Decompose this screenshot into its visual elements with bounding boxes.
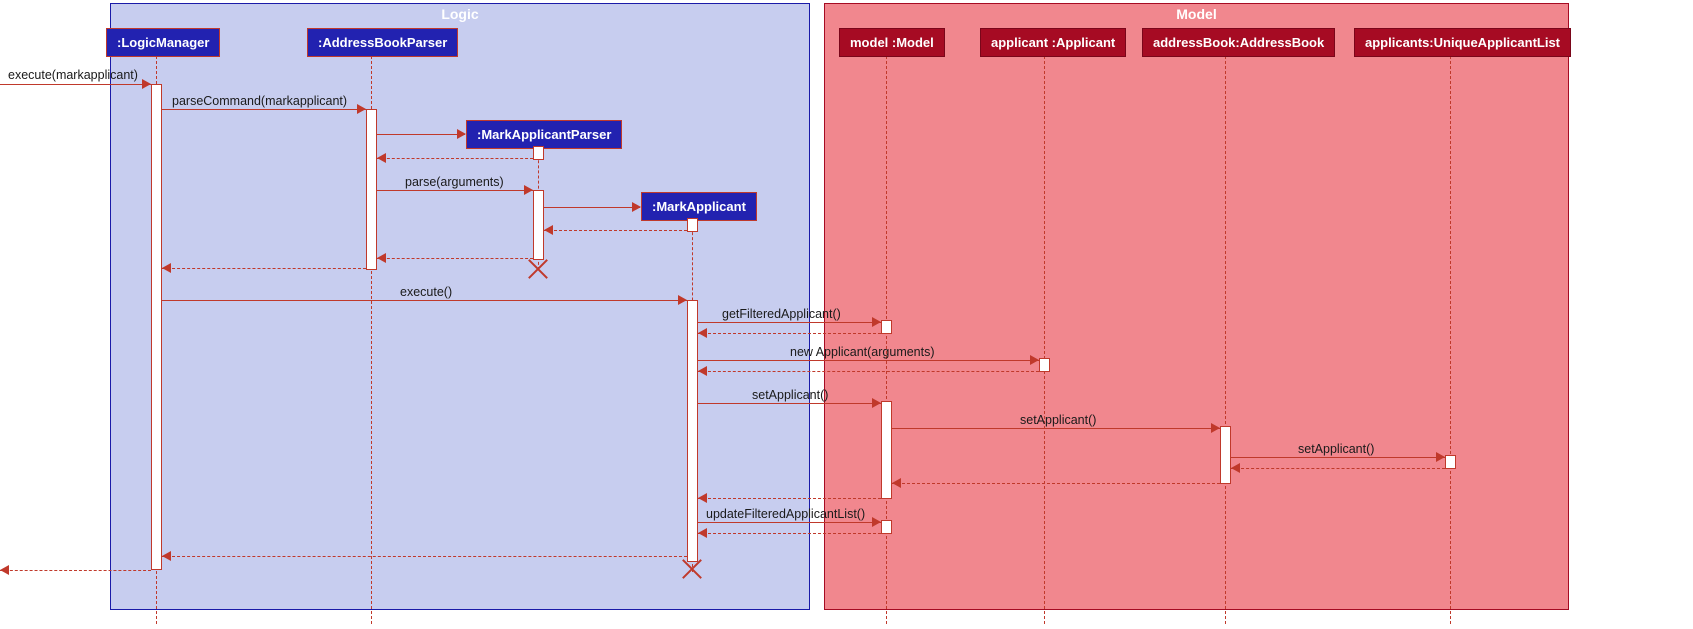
return-create-markapplicant	[544, 230, 687, 231]
arrow-create-parser	[377, 134, 465, 135]
arrow-setapplicant-addressbook	[892, 428, 1220, 429]
participant-markapplicant: :MarkApplicant	[641, 192, 757, 221]
destroy-markapplicant	[681, 558, 703, 580]
participant-label: addressBook:AddressBook	[1153, 35, 1324, 50]
participant-label: :MarkApplicantParser	[477, 127, 611, 142]
arrowhead	[357, 104, 366, 114]
participant-logicmanager: :LogicManager	[106, 28, 220, 57]
arrowhead	[457, 129, 466, 139]
arrow-updatefiltered	[698, 522, 881, 523]
arrowhead	[162, 551, 171, 561]
package-logic-label: Logic	[441, 6, 478, 22]
arrow-create-markapplicant	[544, 207, 640, 208]
return-parsecommand	[162, 268, 366, 269]
arrowhead	[632, 202, 641, 212]
activation-applicants-setapplicant	[1445, 455, 1456, 469]
participant-label: :MarkApplicant	[652, 199, 746, 214]
arrowhead	[1030, 355, 1039, 365]
arrow-getfiltered	[698, 322, 881, 323]
return-execute	[162, 556, 687, 557]
participant-model: model :Model	[839, 28, 945, 57]
participant-label: applicant :Applicant	[991, 35, 1115, 50]
msg-parseargs: parse(arguments)	[405, 175, 504, 189]
activation-logicmanager	[151, 84, 162, 570]
arrowhead	[1231, 463, 1240, 473]
return-setapplicant-addressbook	[892, 483, 1220, 484]
arrowhead	[698, 493, 707, 503]
return-setapplicant-model	[698, 498, 881, 499]
activation-markapplicant-execute	[687, 300, 698, 562]
activation-addressbook-setapplicant	[1220, 426, 1231, 484]
activation-model-getfiltered	[881, 320, 892, 334]
package-model: Model	[824, 3, 1569, 610]
arrow-setapplicant-model	[698, 403, 881, 404]
return-final	[0, 570, 151, 571]
arrowhead	[698, 528, 707, 538]
arrowhead	[377, 253, 386, 263]
participant-markapplicantparser: :MarkApplicantParser	[466, 120, 622, 149]
arrow-execute-markapplicant	[0, 84, 151, 85]
activation-addressbookparser	[366, 109, 377, 270]
arrowhead	[0, 565, 9, 575]
msg-newapplicant: new Applicant(arguments)	[790, 345, 935, 359]
arrow-setapplicant-applicants	[1231, 457, 1445, 458]
return-getfiltered	[698, 333, 881, 334]
msg-parsecommand: parseCommand(markapplicant)	[172, 94, 347, 108]
participant-addressbookparser: :AddressBookParser	[307, 28, 458, 57]
arrowhead	[872, 398, 881, 408]
participant-label: :AddressBookParser	[318, 35, 447, 50]
arrowhead	[698, 366, 707, 376]
arrowhead	[142, 79, 151, 89]
msg-getfiltered: getFilteredApplicant()	[722, 307, 841, 321]
msg-setapplicant-addressbook: setApplicant()	[1020, 413, 1096, 427]
arrow-newapplicant	[698, 360, 1039, 361]
arrowhead	[872, 517, 881, 527]
return-updatefiltered	[698, 533, 881, 534]
participant-label: :LogicManager	[117, 35, 209, 50]
arrowhead	[698, 328, 707, 338]
return-parse	[377, 258, 533, 259]
participant-addressbook: addressBook:AddressBook	[1142, 28, 1335, 57]
arrowhead	[678, 295, 687, 305]
return-create-parser	[377, 158, 533, 159]
lifeline-addressbook	[1225, 56, 1226, 624]
lifeline-applicant	[1044, 56, 1045, 624]
activation-markapplicant-create	[687, 218, 698, 232]
arrow-parsecommand	[162, 109, 366, 110]
arrowhead	[1211, 423, 1220, 433]
arrowhead	[377, 153, 386, 163]
msg-setapplicant-model: setApplicant()	[752, 388, 828, 402]
return-setapplicant-applicants	[1231, 468, 1445, 469]
package-model-label: Model	[1176, 6, 1216, 22]
lifeline-model	[886, 56, 887, 624]
activation-model-setapplicant	[881, 401, 892, 499]
arrowhead	[524, 185, 533, 195]
arrowhead	[892, 478, 901, 488]
participant-applicant: applicant :Applicant	[980, 28, 1126, 57]
participant-applicants: applicants:UniqueApplicantList	[1354, 28, 1571, 57]
activation-model-updatefiltered	[881, 520, 892, 534]
msg-setapplicant-applicants: setApplicant()	[1298, 442, 1374, 456]
return-newapplicant	[698, 371, 1039, 372]
arrow-parseargs	[377, 190, 533, 191]
activation-markapplicantparser-create	[533, 146, 544, 160]
arrowhead	[544, 225, 553, 235]
destroy-markapplicantparser	[527, 258, 549, 280]
msg-execute-markapplicant: execute(markapplicant)	[8, 68, 138, 82]
msg-updatefiltered: updateFilteredApplicantList()	[706, 507, 865, 521]
participant-label: model :Model	[850, 35, 934, 50]
arrowhead	[1436, 452, 1445, 462]
activation-applicant-new	[1039, 358, 1050, 372]
arrow-execute	[162, 300, 687, 301]
arrowhead	[872, 317, 881, 327]
activation-markapplicantparser-parse	[533, 190, 544, 260]
lifeline-applicants	[1450, 56, 1451, 624]
arrowhead	[162, 263, 171, 273]
msg-execute: execute()	[400, 285, 452, 299]
participant-label: applicants:UniqueApplicantList	[1365, 35, 1560, 50]
